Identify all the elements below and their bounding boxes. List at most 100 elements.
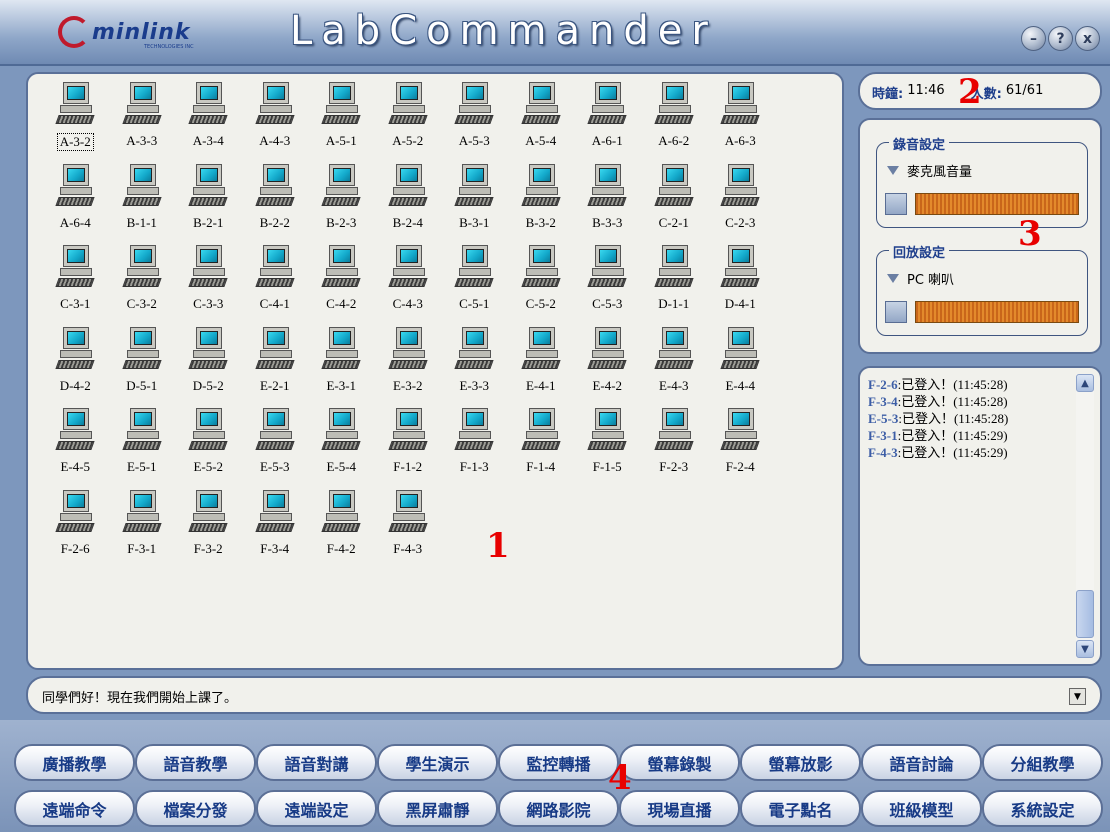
computer-icon[interactable] (55, 489, 95, 538)
computer-icon[interactable] (587, 163, 627, 212)
message-text[interactable]: 同學們好！現在我們開始上課了。 (42, 687, 237, 706)
computer-icon[interactable] (122, 326, 162, 375)
computer-icon[interactable] (720, 408, 760, 456)
message-dropdown-icon[interactable]: ▼ (1069, 688, 1086, 705)
computer-icon[interactable] (521, 82, 561, 130)
computer-icon[interactable] (654, 326, 694, 375)
toolbar-top-button-4[interactable]: 學生演示 (377, 744, 498, 781)
student-desk[interactable]: C-3-3 (175, 243, 242, 325)
computer-icon[interactable] (321, 82, 361, 130)
toolbar-bottom-button-6[interactable]: 現場直播 (619, 790, 740, 827)
student-desk[interactable]: E-3-1 (308, 325, 375, 407)
computer-icon[interactable] (122, 408, 162, 456)
student-desk[interactable]: F-4-3 (375, 488, 442, 570)
computer-icon[interactable] (587, 245, 627, 293)
computer-icon[interactable] (122, 489, 162, 538)
student-desk[interactable]: A-5-4 (508, 80, 575, 162)
computer-icon[interactable] (122, 82, 162, 130)
toolbar-bottom-button-9[interactable]: 系統設定 (982, 790, 1103, 827)
computer-icon[interactable] (321, 245, 361, 293)
student-desk[interactable]: F-2-4 (707, 406, 774, 488)
toolbar-top-button-3[interactable]: 語音對講 (256, 744, 377, 781)
student-desk[interactable]: C-5-3 (574, 243, 641, 325)
computer-icon[interactable] (388, 489, 428, 538)
student-desk[interactable]: D-5-2 (175, 325, 242, 407)
mute-toggle[interactable] (885, 301, 907, 323)
log-scrollbar[interactable]: ▲ ▼ (1076, 374, 1094, 658)
student-desk[interactable]: F-1-2 (375, 406, 442, 488)
toolbar-bottom-button-1[interactable]: 遠端命令 (14, 790, 135, 827)
computer-icon[interactable] (321, 163, 361, 212)
computer-icon[interactable] (454, 245, 494, 293)
computer-icon[interactable] (587, 408, 627, 456)
computer-icon[interactable] (55, 408, 95, 456)
computer-icon[interactable] (720, 82, 760, 130)
student-desk[interactable]: E-4-1 (508, 325, 575, 407)
student-desk[interactable]: E-5-2 (175, 406, 242, 488)
computer-icon[interactable] (255, 489, 295, 538)
toolbar-bottom-button-3[interactable]: 遠端設定 (256, 790, 377, 827)
student-desk[interactable]: E-5-1 (109, 406, 176, 488)
computer-icon[interactable] (720, 326, 760, 375)
student-desk[interactable]: B-1-1 (109, 162, 176, 244)
toolbar-top-button-2[interactable]: 語音教學 (135, 744, 256, 781)
computer-icon[interactable] (55, 245, 95, 293)
computer-icon[interactable] (55, 326, 95, 375)
computer-icon[interactable] (188, 408, 228, 456)
student-desk[interactable]: F-2-3 (641, 406, 708, 488)
student-desk[interactable]: B-3-3 (574, 162, 641, 244)
scroll-down-icon[interactable]: ▼ (1076, 640, 1094, 658)
student-desk[interactable]: C-2-3 (707, 162, 774, 244)
dropdown-triangle-icon[interactable] (887, 274, 899, 283)
student-desk[interactable]: E-5-3 (242, 406, 309, 488)
student-desk[interactable]: A-5-2 (375, 80, 442, 162)
student-desk[interactable]: A-5-1 (308, 80, 375, 162)
toolbar-bottom-button-5[interactable]: 網路影院 (498, 790, 619, 827)
student-desk[interactable]: B-3-2 (508, 162, 575, 244)
mute-toggle[interactable] (885, 193, 907, 215)
student-desk[interactable]: E-3-3 (441, 325, 508, 407)
computer-icon[interactable] (255, 82, 295, 130)
playback-source[interactable]: PC 喇叭 (907, 269, 954, 288)
toolbar-top-button-6[interactable]: 螢幕錄製 (619, 744, 740, 781)
student-desk[interactable]: A-3-4 (175, 80, 242, 162)
student-desk[interactable]: D-4-2 (42, 325, 109, 407)
student-desk[interactable]: D-1-1 (641, 243, 708, 325)
computer-icon[interactable] (321, 489, 361, 538)
student-desk[interactable]: A-3-2 (42, 80, 109, 162)
student-desk[interactable]: A-6-4 (42, 162, 109, 244)
student-desk[interactable]: E-4-5 (42, 406, 109, 488)
student-desk[interactable]: F-1-5 (574, 406, 641, 488)
computer-icon[interactable] (454, 82, 494, 130)
toolbar-top-button-1[interactable]: 廣播教學 (14, 744, 135, 781)
close-button[interactable]: x (1075, 26, 1100, 51)
student-desk[interactable]: C-4-3 (375, 243, 442, 325)
minimize-button[interactable]: – (1021, 26, 1046, 51)
student-desk[interactable]: E-4-2 (574, 325, 641, 407)
student-desk[interactable]: F-1-3 (441, 406, 508, 488)
student-desk[interactable]: F-3-4 (242, 488, 309, 570)
computer-icon[interactable] (388, 326, 428, 375)
student-desk[interactable]: E-4-3 (641, 325, 708, 407)
computer-icon[interactable] (388, 82, 428, 130)
toolbar-bottom-button-8[interactable]: 班級模型 (861, 790, 982, 827)
student-desk[interactable]: C-4-1 (242, 243, 309, 325)
computer-icon[interactable] (188, 489, 228, 538)
student-desk[interactable]: A-6-1 (574, 80, 641, 162)
toolbar-top-button-7[interactable]: 螢幕放影 (740, 744, 861, 781)
student-desk[interactable]: D-5-1 (109, 325, 176, 407)
recording-volume-meter[interactable] (915, 193, 1079, 215)
scroll-thumb[interactable] (1076, 590, 1094, 638)
computer-icon[interactable] (388, 163, 428, 212)
student-desk[interactable]: B-2-4 (375, 162, 442, 244)
computer-icon[interactable] (255, 163, 295, 212)
student-desk[interactable]: B-2-2 (242, 162, 309, 244)
student-desk[interactable]: E-3-2 (375, 325, 442, 407)
toolbar-top-button-5[interactable]: 監控轉播 (498, 744, 619, 781)
dropdown-triangle-icon[interactable] (887, 166, 899, 175)
computer-icon[interactable] (654, 163, 694, 212)
computer-icon[interactable] (188, 245, 228, 293)
computer-icon[interactable] (188, 82, 228, 130)
computer-icon[interactable] (388, 245, 428, 293)
student-desk[interactable]: E-4-4 (707, 325, 774, 407)
